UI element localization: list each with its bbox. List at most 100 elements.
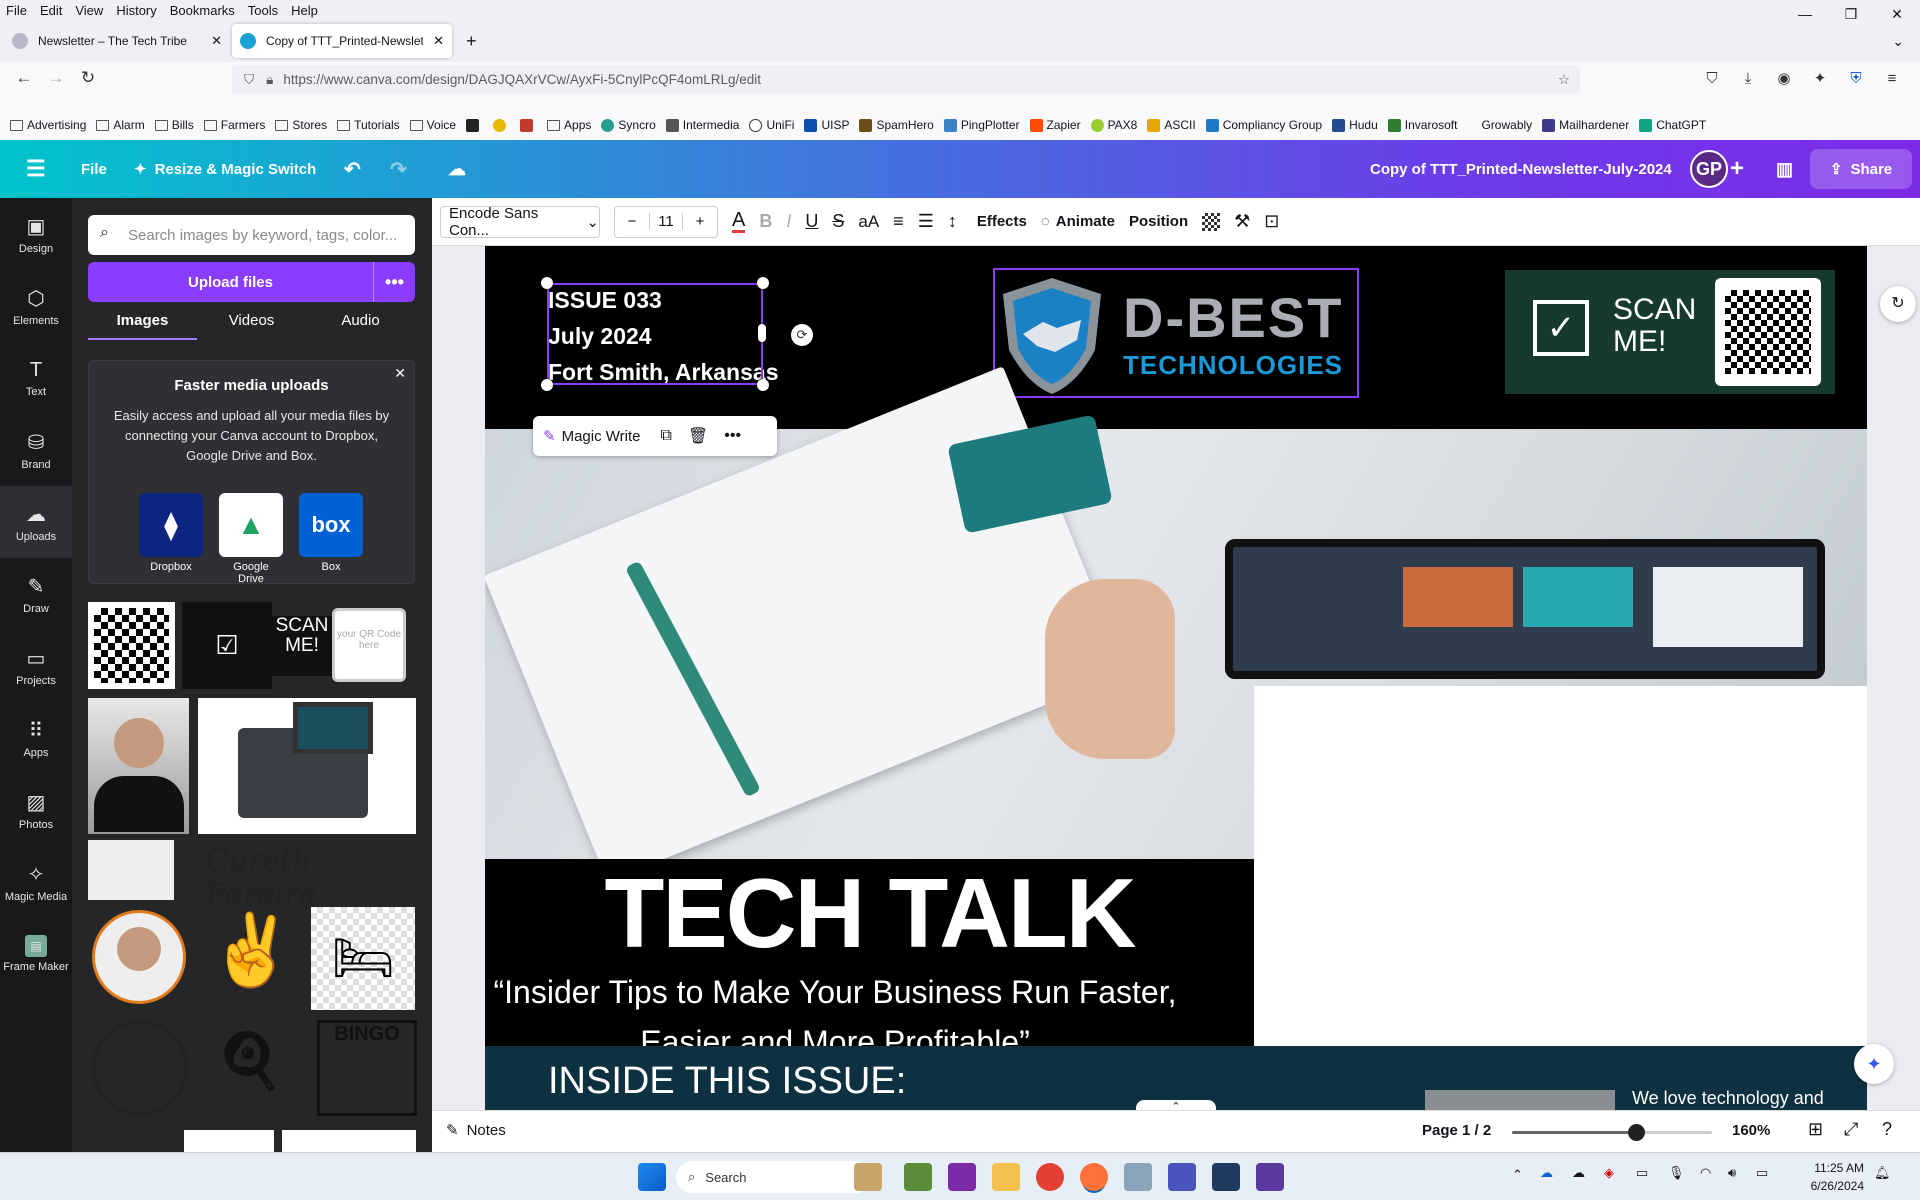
tab-close-icon[interactable]: ✕: [211, 33, 222, 49]
new-tab-button[interactable]: +: [466, 31, 477, 52]
effects-button[interactable]: Effects: [977, 213, 1027, 230]
analytics-icon[interactable]: ▥: [1776, 140, 1793, 198]
tray-icon[interactable]: ◈: [1604, 1165, 1614, 1181]
bookmark-item[interactable]: Stores: [275, 118, 327, 132]
bold-icon[interactable]: B: [759, 211, 772, 232]
bookmark-icon[interactable]: [520, 118, 537, 132]
close-icon[interactable]: ✕: [394, 365, 406, 382]
file-explorer-icon[interactable]: [992, 1163, 1020, 1191]
page-indicator[interactable]: Page 1 / 2: [1422, 1122, 1491, 1139]
rail-draw[interactable]: ✎ Draw: [0, 558, 72, 630]
rail-uploads[interactable]: ☁ Uploads: [0, 486, 72, 558]
cooking-pan-icon[interactable]: 🍳︎: [200, 1026, 300, 1110]
battery-icon[interactable]: ▭: [1756, 1165, 1768, 1181]
signature-thumbnail[interactable]: Gareth Pereira: [198, 843, 416, 913]
menu-help[interactable]: Help: [291, 3, 318, 18]
rail-projects[interactable]: ▭ Projects: [0, 630, 72, 702]
menu-history[interactable]: History: [116, 3, 156, 18]
invite-plus-icon[interactable]: +: [1730, 140, 1744, 198]
taskbar-app-icon[interactable]: [854, 1163, 882, 1191]
bookmark-item[interactable]: Tutorials: [337, 118, 400, 132]
bookmark-item[interactable]: Apps: [547, 118, 591, 132]
zoom-slider-thumb[interactable]: [1628, 1124, 1645, 1141]
rail-design[interactable]: ▣ Design: [0, 198, 72, 270]
teams-icon[interactable]: [1168, 1163, 1196, 1191]
taskbar-search[interactable]: ⌕ Search: [676, 1161, 872, 1193]
more-options-icon[interactable]: •••: [373, 262, 415, 302]
more-icon[interactable]: •••: [724, 427, 741, 445]
font-size-stepper[interactable]: − 11 +: [614, 205, 718, 238]
underline-icon[interactable]: U: [805, 211, 818, 232]
downloads-icon[interactable]: ⤓: [1730, 65, 1766, 93]
chrome-icon[interactable]: [1036, 1163, 1064, 1191]
align-left-icon[interactable]: ≡: [893, 211, 904, 232]
bookmark-item[interactable]: UISP: [804, 118, 849, 132]
scan-me-block[interactable]: ✓ SCAN ME!: [1505, 270, 1835, 394]
bookmark-item[interactable]: PAX8: [1090, 118, 1137, 132]
tech-talk-title[interactable]: TECH TALK: [485, 863, 1254, 963]
scan-me-text[interactable]: SCAN ME!: [262, 616, 342, 676]
rail-brand[interactable]: ⛁ Brand: [0, 414, 72, 486]
zoom-slider-track[interactable]: [1512, 1124, 1712, 1141]
bookmark-item[interactable]: Farmers: [203, 118, 265, 132]
grid-view-icon[interactable]: ⊞: [1808, 1119, 1823, 1140]
firefox-icon[interactable]: [1080, 1163, 1108, 1191]
rail-frame-maker[interactable]: ▤ Frame Maker: [0, 918, 72, 990]
box-button[interactable]: box Box: [299, 493, 363, 573]
bitwarden-icon[interactable]: ⛨: [1838, 65, 1874, 93]
fingers-crossed-icon[interactable]: ✌: [208, 910, 295, 1010]
thumbnail-partial[interactable]: [184, 1130, 274, 1152]
font-selector[interactable]: Encode Sans Con... ⌄: [440, 205, 600, 239]
pocket-icon[interactable]: ⛉: [1694, 65, 1730, 93]
extensions-icon[interactable]: ✦: [1802, 65, 1838, 93]
tab-videos[interactable]: Videos: [197, 312, 306, 340]
wifi-icon[interactable]: ◠: [1700, 1165, 1711, 1181]
onenote-icon[interactable]: [948, 1163, 976, 1191]
inside-image[interactable]: [1425, 1090, 1615, 1110]
transparency-icon[interactable]: [1202, 212, 1221, 231]
bed-icon[interactable]: 🛏︎: [311, 907, 415, 1010]
bookmark-star-icon[interactable]: ☆: [1558, 72, 1570, 88]
hamburger-icon[interactable]: ☰: [26, 140, 46, 198]
trash-icon[interactable]: 🗑︎: [688, 426, 708, 446]
bookmark-item[interactable]: Intermedia: [665, 118, 739, 132]
notes-button[interactable]: ✎ Notes: [446, 1121, 506, 1140]
bookmark-item[interactable]: Hudu: [1332, 118, 1378, 132]
dropbox-button[interactable]: ⧫ Dropbox: [139, 493, 203, 573]
position-button[interactable]: Position: [1129, 213, 1188, 230]
tray-chevron-icon[interactable]: ⌃: [1512, 1167, 1523, 1183]
redo-icon[interactable]: ↷: [390, 140, 407, 198]
bookmark-item[interactable]: Voice: [409, 118, 456, 132]
phone-small-thumbnail[interactable]: [88, 840, 174, 900]
menu-view[interactable]: View: [75, 3, 103, 18]
resize-handle[interactable]: [541, 379, 553, 391]
menu-tools[interactable]: Tools: [248, 3, 278, 18]
inside-heading[interactable]: INSIDE THIS ISSUE:: [548, 1060, 906, 1103]
rail-magic-media[interactable]: ✧ Magic Media: [0, 846, 72, 918]
url-bar[interactable]: ⛉ 🔒︎ https://www.canva.com/design/DAGJQA…: [232, 65, 1580, 94]
paint-format-icon[interactable]: ⚒: [1234, 211, 1250, 232]
bookmark-item[interactable]: Alarm: [96, 118, 145, 132]
bookmark-item[interactable]: ChatGPT: [1639, 118, 1706, 132]
magic-write-button[interactable]: Magic Write: [562, 428, 641, 445]
dbest-logo[interactable]: D-BEST TECHNOLOGIES: [993, 268, 1359, 398]
help-icon[interactable]: ?: [1882, 1119, 1892, 1140]
resize-handle[interactable]: [757, 277, 769, 289]
italic-icon[interactable]: I: [786, 211, 791, 232]
duplicate-icon[interactable]: ⧉: [660, 427, 671, 445]
animate-button[interactable]: ◌ Animate: [1041, 213, 1115, 230]
menu-edit[interactable]: Edit: [40, 3, 62, 18]
round-avatar-thumbnail[interactable]: [92, 910, 186, 1004]
empty-placeholder-frame[interactable]: [1254, 686, 1867, 1030]
tab-images[interactable]: Images: [88, 312, 197, 340]
tab-newsletter[interactable]: Newsletter – The Tech Tribe ✕: [4, 24, 230, 58]
clock[interactable]: 11:25 AM 6/26/2024: [1788, 1159, 1864, 1195]
rotate-icon[interactable]: ⟳: [791, 324, 813, 346]
avatar[interactable]: GP: [1690, 150, 1728, 188]
inside-right-text[interactable]: We love technology and: [1632, 1088, 1824, 1109]
bookmark-icon[interactable]: [493, 118, 510, 132]
google-drive-button[interactable]: ▲ Google Drive: [219, 493, 283, 585]
bookmark-item[interactable]: Invarosoft: [1387, 118, 1457, 132]
scan-check-thumbnail[interactable]: ☑: [182, 602, 272, 689]
desk-phone-thumbnail[interactable]: [198, 698, 416, 834]
